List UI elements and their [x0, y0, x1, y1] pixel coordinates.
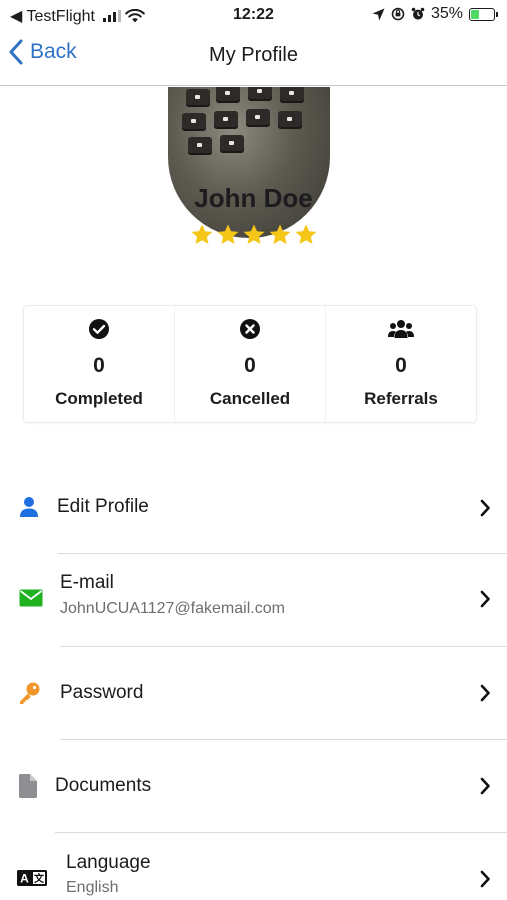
- stat-referrals[interactable]: 0 Referrals: [325, 306, 476, 422]
- star-icon: [191, 224, 212, 244]
- status-bar: ◀ TestFlight 12:22 35%: [0, 0, 507, 30]
- menu-item-documents[interactable]: Documents: [0, 740, 507, 832]
- star-icon: [217, 224, 238, 244]
- language-value: English: [66, 879, 119, 896]
- rating-stars: [0, 223, 507, 247]
- stat-label: Completed: [55, 389, 143, 408]
- stat-completed[interactable]: 0 Completed: [24, 306, 174, 422]
- menu-item-edit-profile[interactable]: Edit Profile: [0, 465, 507, 551]
- menu-item-password[interactable]: Password: [0, 647, 507, 739]
- profile-content: John Doe 0 Completed 0 Cancelled 0 Refer…: [0, 87, 507, 900]
- menu-item-email[interactable]: E-mail JohnUCUA1127@fakemail.com: [0, 554, 507, 646]
- stat-value: 0: [93, 354, 105, 377]
- avatar[interactable]: [168, 87, 330, 238]
- navigation-bar: Back My Profile: [0, 30, 507, 86]
- star-icon: [295, 224, 316, 244]
- svg-text:文: 文: [34, 872, 45, 885]
- user-name: John Doe: [194, 183, 313, 213]
- menu-item-label: Language: [66, 852, 151, 873]
- menu-item-label: Edit Profile: [57, 496, 149, 517]
- battery-icon: [469, 7, 498, 21]
- stat-label: Referrals: [364, 389, 438, 408]
- email-value: JohnUCUA1127@fakemail.com: [60, 600, 285, 617]
- document-icon: [19, 774, 37, 798]
- translate-icon: A 文: [17, 870, 47, 886]
- svg-text:A: A: [20, 872, 29, 886]
- mail-icon: [19, 589, 43, 607]
- menu-item-label: Documents: [55, 775, 152, 796]
- orientation-lock-icon: [391, 7, 405, 21]
- star-icon: [243, 224, 264, 244]
- star-icon: [269, 224, 290, 244]
- battery-percent: 35%: [430, 5, 463, 22]
- stat-label: Cancelled: [209, 389, 291, 408]
- menu-item-language[interactable]: A 文 Language English: [0, 833, 507, 900]
- menu-item-label: Password: [60, 682, 144, 703]
- alarm-icon: [411, 7, 425, 20]
- status-right: 35%: [372, 5, 498, 23]
- chevron-right-icon: [480, 590, 490, 608]
- users-icon: [388, 320, 414, 338]
- page-title: My Profile: [209, 44, 298, 66]
- key-icon: [20, 682, 40, 704]
- stat-cancelled[interactable]: 0 Cancelled: [174, 306, 325, 422]
- chevron-right-icon: [480, 499, 490, 517]
- chevron-right-icon: [480, 777, 490, 795]
- menu-item-label: E-mail: [60, 572, 114, 593]
- location-arrow-icon: [372, 8, 385, 20]
- chevron-right-icon: [480, 870, 490, 888]
- stat-value: 0: [244, 354, 256, 377]
- stat-value: 0: [395, 354, 407, 377]
- stats-card: 0 Completed 0 Cancelled 0 Referrals: [23, 305, 477, 423]
- user-icon: [20, 497, 38, 517]
- chevron-right-icon: [480, 684, 490, 702]
- check-circle-icon: [89, 319, 109, 339]
- x-circle-icon: [240, 319, 260, 339]
